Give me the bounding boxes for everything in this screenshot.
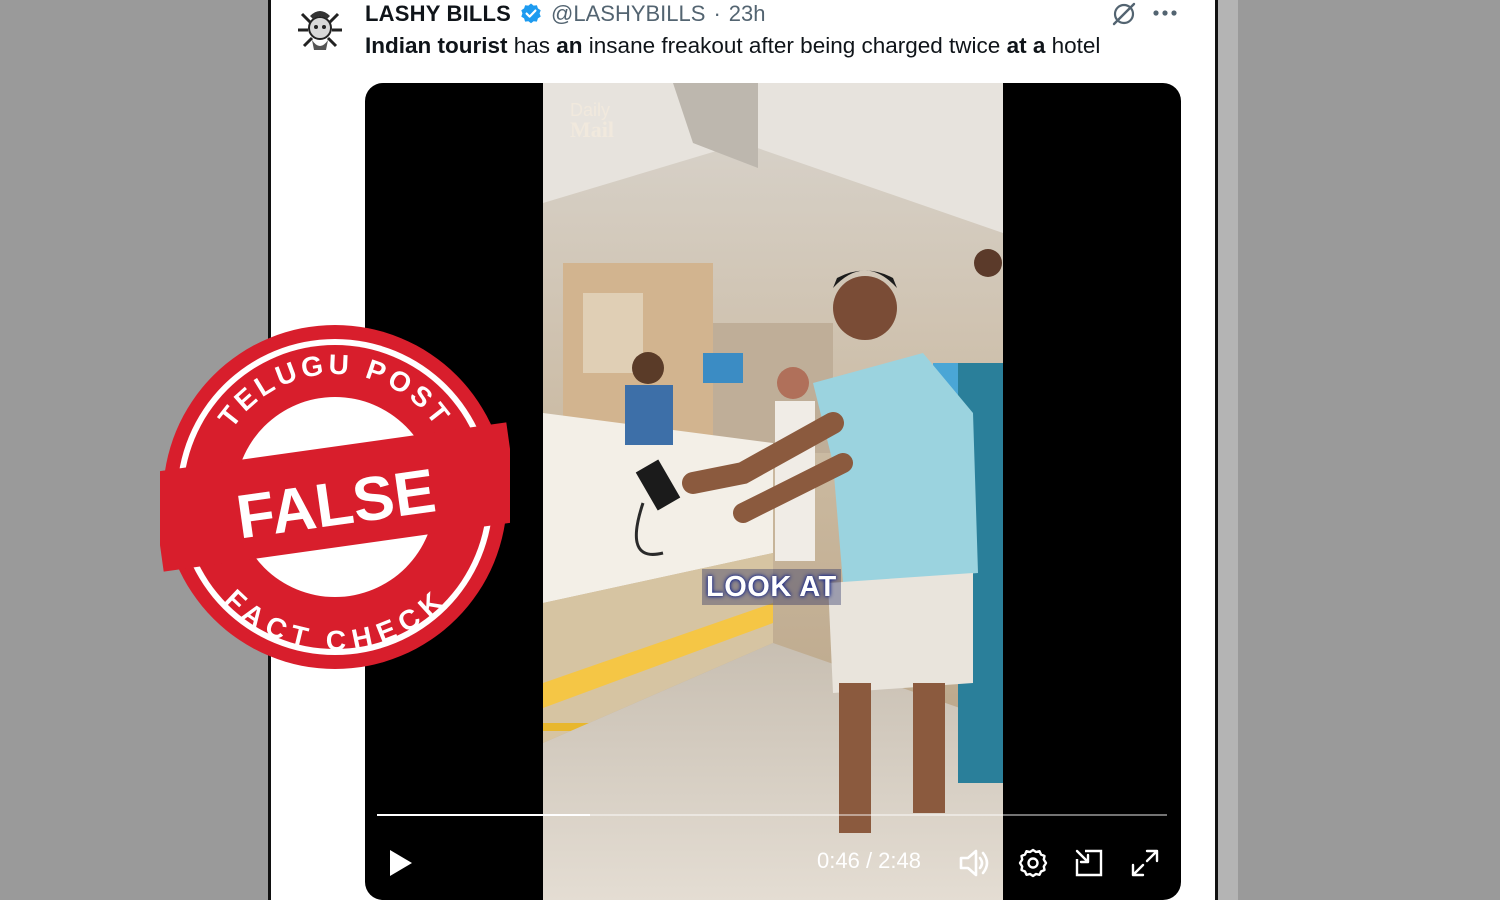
more-icon[interactable] — [1150, 3, 1180, 23]
watermark-line2: Mail — [570, 117, 614, 142]
tweet-header: LASHY BILLS @LASHYBILLS · 23h — [365, 0, 766, 28]
fullscreen-icon[interactable] — [1129, 847, 1161, 879]
volume-icon[interactable] — [958, 846, 992, 880]
verified-badge-icon — [521, 3, 541, 24]
progress-bar[interactable] — [377, 814, 1167, 816]
meta-separator: · — [713, 1, 721, 26]
video-caption: LOOK AT — [702, 569, 841, 605]
tweet-text: Indian tourist has an insane freakout af… — [365, 33, 1205, 59]
video-frame[interactable] — [543, 83, 1003, 900]
time-readout: 0:46 / 2:48 — [817, 848, 921, 874]
time-separator: / — [859, 848, 879, 873]
tweet-text-part: has — [507, 33, 557, 58]
tweet-text-part: Indian tourist — [365, 33, 508, 58]
play-icon[interactable] — [387, 848, 415, 878]
tweet-text-part: hotel — [1045, 33, 1101, 58]
tweet-time[interactable]: 23h — [729, 1, 766, 27]
daily-mail-watermark: Daily Mail — [570, 101, 614, 141]
user-handle[interactable]: @LASHYBILLS — [551, 1, 705, 27]
tweet-text-part: insane freakout after being charged twic… — [582, 33, 1007, 58]
background-panel — [1218, 0, 1500, 900]
video-controls: 0:46 / 2:48 — [365, 838, 1181, 888]
settings-icon[interactable] — [1017, 847, 1049, 879]
progress-fill — [377, 814, 591, 816]
current-time: 0:46 — [817, 848, 860, 873]
tweet-text-part: at a — [1006, 33, 1046, 58]
tweet-text-part: an — [556, 33, 583, 58]
fact-check-stamp: TELUGU POST FACT CHECK FALSE — [160, 325, 510, 669]
pip-icon[interactable] — [1073, 847, 1105, 879]
display-name[interactable]: LASHY BILLS — [365, 1, 511, 27]
duration: 2:48 — [878, 848, 921, 873]
grok-icon[interactable] — [1110, 0, 1138, 28]
avatar[interactable] — [290, 0, 350, 60]
